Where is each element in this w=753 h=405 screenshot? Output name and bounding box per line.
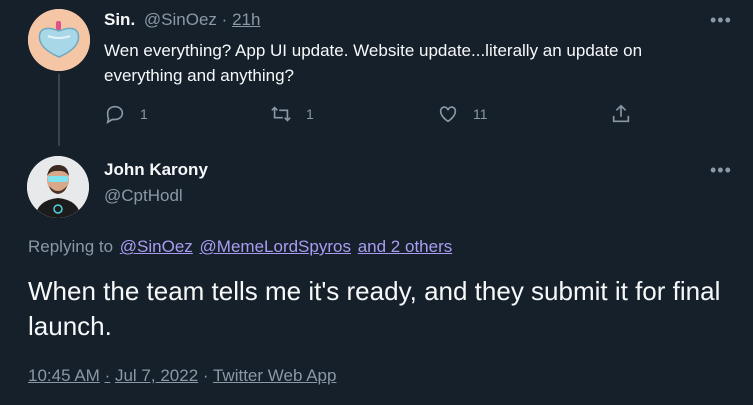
parent-tweet-header: Sin. @SinOez · 21h [104,10,260,30]
reply-button[interactable]: 1 [104,103,148,125]
avatar[interactable] [28,9,90,71]
share-icon [612,104,630,123]
share-button[interactable] [610,103,632,125]
author-name[interactable]: John Karony [104,160,208,180]
replying-to: Replying to @SinOez @MemeLordSpyros and … [28,237,452,257]
like-button[interactable]: 11 [437,103,488,125]
retweet-count: 1 [306,106,314,122]
avatar-image [27,156,89,218]
tweet-text: Wen everything? App UI update. Website u… [104,41,643,85]
more-icon[interactable]: ••• [710,10,732,31]
tweet-date[interactable]: Jul 7, 2022 [115,366,198,385]
like-icon [439,106,457,123]
separator: · [104,366,111,385]
replying-prefix: Replying to [28,237,114,256]
more-icon[interactable]: ••• [710,160,732,181]
retweet-button[interactable]: 1 [270,103,314,125]
tweet-time[interactable]: 21h [232,10,260,29]
author-handle[interactable]: @CptHodl [104,186,183,206]
mention-link[interactable]: @SinOez [120,237,193,256]
tweet-time[interactable]: 10:45 AM [28,366,100,385]
tweet-source[interactable]: Twitter Web App [213,366,336,385]
avatar[interactable] [27,156,89,218]
avatar-image [28,9,90,71]
like-count: 11 [473,106,488,122]
retweet-icon [271,106,291,122]
others-link[interactable]: and 2 others [358,237,453,256]
thread-line [58,74,60,146]
tweet-meta: 10:45 AM · Jul 7, 2022 · Twitter Web App [28,366,336,386]
reply-icon [106,105,124,124]
tweet-text: When the team tells me it's ready, and t… [28,276,721,341]
mention-link[interactable]: @MemeLordSpyros [200,237,351,256]
author-name[interactable]: Sin. [104,10,135,29]
reply-count: 1 [140,106,148,122]
separator: · [202,366,209,385]
separator: · [221,10,228,29]
author-handle[interactable]: @SinOez [144,10,217,29]
